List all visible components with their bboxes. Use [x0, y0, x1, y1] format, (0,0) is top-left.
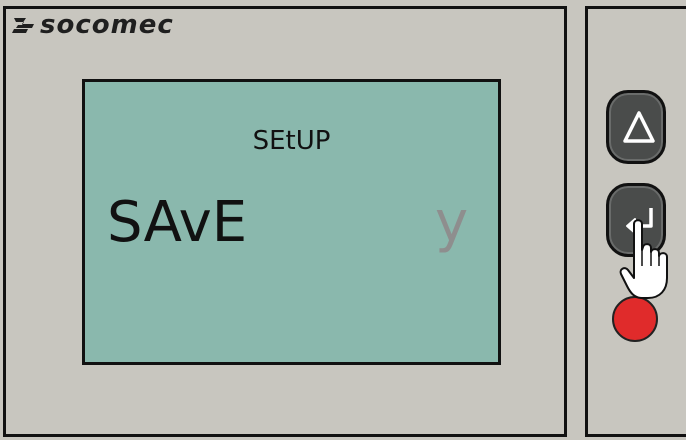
- up-button[interactable]: [606, 90, 666, 164]
- lcd-display: SEtUP SAvE y: [82, 79, 501, 365]
- enter-button[interactable]: [606, 183, 666, 257]
- brand-logo: socomec: [12, 10, 174, 40]
- menu-title: SEtUP: [252, 126, 331, 156]
- status-led: [612, 296, 658, 342]
- logo-mark-icon: [12, 18, 34, 33]
- device-housing: socomec SEtUP SAvE y: [0, 0, 686, 440]
- parameter-label: SAvE: [107, 190, 248, 255]
- brand-name: socomec: [40, 10, 174, 40]
- triangle-up-icon: [623, 111, 655, 143]
- panel-strip: [567, 9, 585, 434]
- enter-return-icon: [626, 208, 653, 234]
- parameter-value: y: [435, 190, 469, 255]
